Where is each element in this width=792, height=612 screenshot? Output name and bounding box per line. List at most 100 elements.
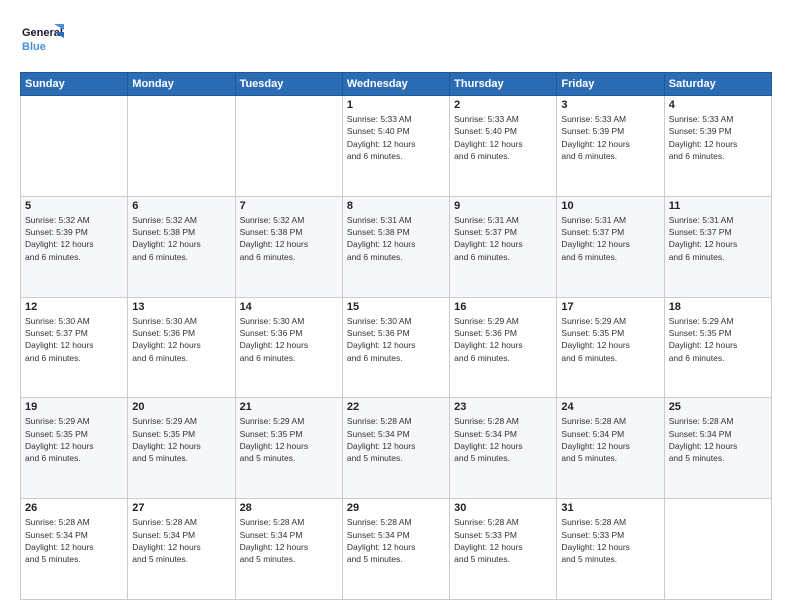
calendar-cell: 28 Sunrise: 5:28 AM Sunset: 5:34 PM Dayli… <box>235 499 342 600</box>
day-info: Sunrise: 5:29 AM Sunset: 5:35 PM Dayligh… <box>669 315 767 364</box>
day-info: Sunrise: 5:30 AM Sunset: 5:37 PM Dayligh… <box>25 315 123 364</box>
day-info: Sunrise: 5:31 AM Sunset: 5:37 PM Dayligh… <box>561 214 659 263</box>
calendar-table: SundayMondayTuesdayWednesdayThursdayFrid… <box>20 72 772 600</box>
calendar-cell: 25 Sunrise: 5:28 AM Sunset: 5:34 PM Dayli… <box>664 398 771 499</box>
day-number: 2 <box>454 99 552 111</box>
calendar-cell: 11 Sunrise: 5:31 AM Sunset: 5:37 PM Dayli… <box>664 196 771 297</box>
day-number: 15 <box>347 301 445 313</box>
day-info: Sunrise: 5:28 AM Sunset: 5:34 PM Dayligh… <box>347 516 445 565</box>
calendar-cell: 31 Sunrise: 5:28 AM Sunset: 5:33 PM Dayli… <box>557 499 664 600</box>
calendar-cell: 29 Sunrise: 5:28 AM Sunset: 5:34 PM Dayli… <box>342 499 449 600</box>
day-number: 16 <box>454 301 552 313</box>
day-number: 30 <box>454 502 552 514</box>
day-info: Sunrise: 5:28 AM Sunset: 5:34 PM Dayligh… <box>132 516 230 565</box>
day-info: Sunrise: 5:28 AM Sunset: 5:34 PM Dayligh… <box>669 415 767 464</box>
calendar-week-row: 1 Sunrise: 5:33 AM Sunset: 5:40 PM Daylig… <box>21 96 772 197</box>
day-info: Sunrise: 5:28 AM Sunset: 5:34 PM Dayligh… <box>240 516 338 565</box>
day-number: 29 <box>347 502 445 514</box>
day-number: 5 <box>25 200 123 212</box>
weekday-header-sunday: Sunday <box>21 73 128 96</box>
day-number: 22 <box>347 401 445 413</box>
day-number: 9 <box>454 200 552 212</box>
calendar-cell: 16 Sunrise: 5:29 AM Sunset: 5:36 PM Dayli… <box>450 297 557 398</box>
day-info: Sunrise: 5:33 AM Sunset: 5:39 PM Dayligh… <box>669 113 767 162</box>
calendar-cell: 4 Sunrise: 5:33 AM Sunset: 5:39 PM Daylig… <box>664 96 771 197</box>
day-number: 26 <box>25 502 123 514</box>
day-info: Sunrise: 5:32 AM Sunset: 5:38 PM Dayligh… <box>132 214 230 263</box>
day-number: 4 <box>669 99 767 111</box>
day-info: Sunrise: 5:33 AM Sunset: 5:40 PM Dayligh… <box>347 113 445 162</box>
day-number: 18 <box>669 301 767 313</box>
day-number: 21 <box>240 401 338 413</box>
day-number: 6 <box>132 200 230 212</box>
calendar-cell: 2 Sunrise: 5:33 AM Sunset: 5:40 PM Daylig… <box>450 96 557 197</box>
calendar-cell: 9Sunrise: 5:31 AM Sunset: 5:37 PM Daylig… <box>450 196 557 297</box>
day-number: 20 <box>132 401 230 413</box>
day-info: Sunrise: 5:29 AM Sunset: 5:35 PM Dayligh… <box>240 415 338 464</box>
weekday-header-saturday: Saturday <box>664 73 771 96</box>
calendar-cell: 23 Sunrise: 5:28 AM Sunset: 5:34 PM Dayli… <box>450 398 557 499</box>
weekday-header-wednesday: Wednesday <box>342 73 449 96</box>
calendar-week-row: 26 Sunrise: 5:28 AM Sunset: 5:34 PM Dayli… <box>21 499 772 600</box>
day-info: Sunrise: 5:31 AM Sunset: 5:37 PM Dayligh… <box>669 214 767 263</box>
day-info: Sunrise: 5:29 AM Sunset: 5:36 PM Dayligh… <box>454 315 552 364</box>
day-number: 10 <box>561 200 659 212</box>
calendar-cell: 17Sunrise: 5:29 AM Sunset: 5:35 PM Dayli… <box>557 297 664 398</box>
calendar-cell: 27 Sunrise: 5:28 AM Sunset: 5:34 PM Dayli… <box>128 499 235 600</box>
calendar-cell <box>235 96 342 197</box>
day-number: 23 <box>454 401 552 413</box>
calendar-week-row: 19Sunrise: 5:29 AM Sunset: 5:35 PM Dayli… <box>21 398 772 499</box>
calendar-cell: 8 Sunrise: 5:31 AM Sunset: 5:38 PM Daylig… <box>342 196 449 297</box>
calendar-cell: 12 Sunrise: 5:30 AM Sunset: 5:37 PM Dayli… <box>21 297 128 398</box>
calendar-cell: 26 Sunrise: 5:28 AM Sunset: 5:34 PM Dayli… <box>21 499 128 600</box>
calendar-cell: 18 Sunrise: 5:29 AM Sunset: 5:35 PM Dayli… <box>664 297 771 398</box>
day-number: 13 <box>132 301 230 313</box>
calendar-cell: 10 Sunrise: 5:31 AM Sunset: 5:37 PM Dayli… <box>557 196 664 297</box>
weekday-header-tuesday: Tuesday <box>235 73 342 96</box>
day-number: 11 <box>669 200 767 212</box>
day-info: Sunrise: 5:28 AM Sunset: 5:33 PM Dayligh… <box>561 516 659 565</box>
day-number: 8 <box>347 200 445 212</box>
calendar-cell: 7 Sunrise: 5:32 AM Sunset: 5:38 PM Daylig… <box>235 196 342 297</box>
svg-text:Blue: Blue <box>22 41 46 53</box>
day-number: 25 <box>669 401 767 413</box>
calendar-cell: 22 Sunrise: 5:28 AM Sunset: 5:34 PM Dayli… <box>342 398 449 499</box>
calendar-cell <box>21 96 128 197</box>
calendar-cell: 30 Sunrise: 5:28 AM Sunset: 5:33 PM Dayli… <box>450 499 557 600</box>
day-info: Sunrise: 5:32 AM Sunset: 5:38 PM Dayligh… <box>240 214 338 263</box>
day-number: 17 <box>561 301 659 313</box>
calendar-cell: 19Sunrise: 5:29 AM Sunset: 5:35 PM Dayli… <box>21 398 128 499</box>
day-number: 14 <box>240 301 338 313</box>
calendar-cell: 21 Sunrise: 5:29 AM Sunset: 5:35 PM Dayli… <box>235 398 342 499</box>
day-info: Sunrise: 5:32 AM Sunset: 5:39 PM Dayligh… <box>25 214 123 263</box>
day-info: Sunrise: 5:28 AM Sunset: 5:33 PM Dayligh… <box>454 516 552 565</box>
day-number: 1 <box>347 99 445 111</box>
day-info: Sunrise: 5:33 AM Sunset: 5:40 PM Dayligh… <box>454 113 552 162</box>
calendar-cell: 5 Sunrise: 5:32 AM Sunset: 5:39 PM Daylig… <box>21 196 128 297</box>
weekday-header-monday: Monday <box>128 73 235 96</box>
day-number: 12 <box>25 301 123 313</box>
day-number: 3 <box>561 99 659 111</box>
calendar-week-row: 5 Sunrise: 5:32 AM Sunset: 5:39 PM Daylig… <box>21 196 772 297</box>
day-number: 28 <box>240 502 338 514</box>
calendar-cell: 14Sunrise: 5:30 AM Sunset: 5:36 PM Dayli… <box>235 297 342 398</box>
day-info: Sunrise: 5:31 AM Sunset: 5:38 PM Dayligh… <box>347 214 445 263</box>
calendar-cell: 3Sunrise: 5:33 AM Sunset: 5:39 PM Daylig… <box>557 96 664 197</box>
day-number: 27 <box>132 502 230 514</box>
calendar-cell: 20 Sunrise: 5:29 AM Sunset: 5:35 PM Dayli… <box>128 398 235 499</box>
weekday-header-friday: Friday <box>557 73 664 96</box>
day-info: Sunrise: 5:30 AM Sunset: 5:36 PM Dayligh… <box>132 315 230 364</box>
day-info: Sunrise: 5:28 AM Sunset: 5:34 PM Dayligh… <box>347 415 445 464</box>
day-number: 31 <box>561 502 659 514</box>
day-number: 7 <box>240 200 338 212</box>
day-info: Sunrise: 5:28 AM Sunset: 5:34 PM Dayligh… <box>454 415 552 464</box>
logo: General Blue <box>20 18 64 62</box>
day-info: Sunrise: 5:28 AM Sunset: 5:34 PM Dayligh… <box>25 516 123 565</box>
day-info: Sunrise: 5:29 AM Sunset: 5:35 PM Dayligh… <box>132 415 230 464</box>
calendar-week-row: 12 Sunrise: 5:30 AM Sunset: 5:37 PM Dayli… <box>21 297 772 398</box>
calendar-cell: 6 Sunrise: 5:32 AM Sunset: 5:38 PM Daylig… <box>128 196 235 297</box>
weekday-header-thursday: Thursday <box>450 73 557 96</box>
weekday-header-row: SundayMondayTuesdayWednesdayThursdayFrid… <box>21 73 772 96</box>
day-number: 24 <box>561 401 659 413</box>
calendar-cell: 24Sunrise: 5:28 AM Sunset: 5:34 PM Dayli… <box>557 398 664 499</box>
